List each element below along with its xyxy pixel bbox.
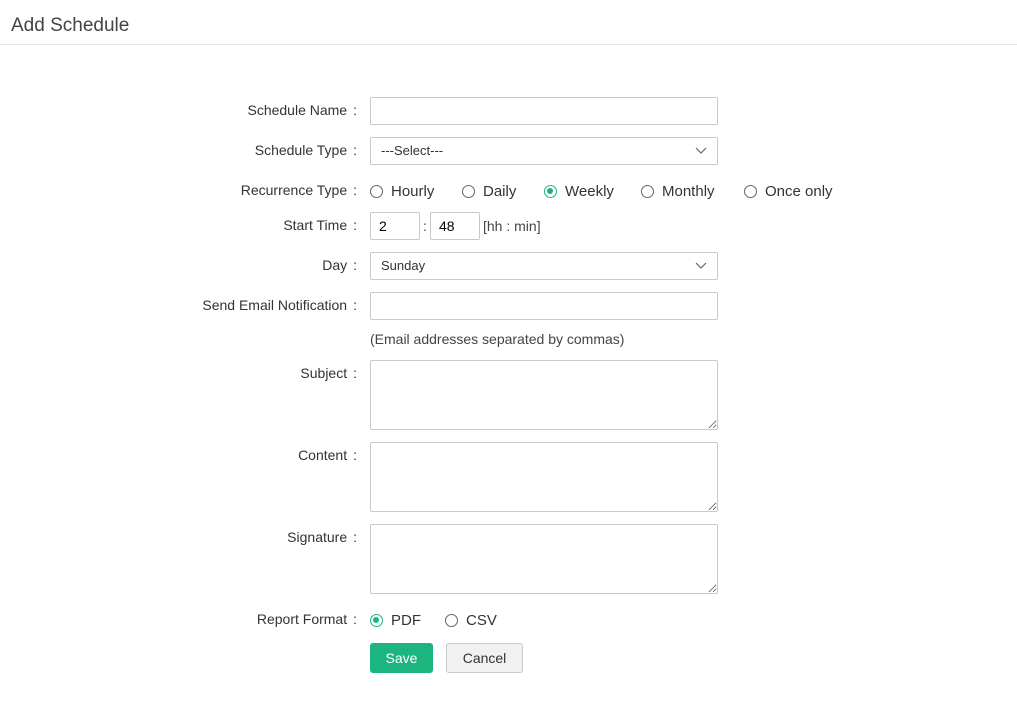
label-colon: : — [353, 182, 357, 198]
save-button[interactable]: Save — [370, 643, 433, 673]
schedule-type-value: ---Select--- — [381, 143, 444, 158]
label-colon: : — [353, 257, 357, 273]
label-colon: : — [353, 102, 357, 118]
recurrence-option-label: Daily — [483, 182, 517, 200]
content-textarea[interactable] — [370, 442, 718, 512]
start-time-hours-input[interactable] — [370, 212, 420, 240]
radio-icon — [744, 184, 757, 198]
time-separator: : — [423, 218, 427, 234]
report-format-option-label: PDF — [391, 611, 421, 629]
recurrence-option-once-only[interactable]: Once only — [744, 181, 833, 201]
recurrence-option-weekly[interactable]: Weekly — [544, 181, 614, 201]
label-colon: : — [353, 142, 357, 158]
email-notification-label: Send Email Notification: — [202, 297, 357, 313]
start-time-label: Start Time: — [283, 217, 357, 233]
page-title: Add Schedule — [11, 15, 130, 36]
start-time-label-text: Start Time — [283, 217, 348, 233]
label-colon: : — [353, 217, 357, 233]
recurrence-type-label: Recurrence Type: — [241, 182, 357, 198]
time-format-hint: [hh : min] — [483, 218, 541, 234]
recurrence-type-label-text: Recurrence Type — [240, 182, 348, 198]
recurrence-option-label: Once only — [765, 182, 833, 200]
radio-icon — [370, 184, 383, 198]
schedule-type-select[interactable]: ---Select--- — [370, 137, 718, 165]
label-colon: : — [353, 529, 357, 545]
label-colon: : — [353, 611, 357, 627]
schedule-type-label-text: Schedule Type — [254, 142, 348, 158]
start-time-minutes-input[interactable] — [430, 212, 480, 240]
day-value: Sunday — [381, 258, 426, 273]
subject-label: Subject: — [300, 365, 357, 381]
cancel-button[interactable]: Cancel — [446, 643, 523, 673]
signature-textarea[interactable] — [370, 524, 718, 594]
day-select[interactable]: Sunday — [370, 252, 718, 280]
chevron-down-icon — [695, 147, 707, 154]
report-format-label: Report Format: — [257, 611, 357, 627]
schedule-type-label: Schedule Type: — [255, 142, 357, 158]
radio-icon — [445, 613, 458, 627]
email-notification-label-text: Send Email Notification — [202, 297, 348, 313]
subject-label-text: Subject — [300, 365, 348, 381]
subject-textarea[interactable] — [370, 360, 718, 430]
day-label-text: Day — [322, 257, 348, 273]
label-colon: : — [353, 297, 357, 313]
radio-checked-icon — [544, 184, 557, 198]
recurrence-option-label: Hourly — [391, 182, 435, 200]
schedule-name-input[interactable] — [370, 97, 718, 125]
chevron-down-icon — [695, 262, 707, 269]
day-label: Day: — [322, 257, 357, 273]
schedule-name-label: Schedule Name: — [247, 102, 357, 118]
content-label: Content: — [298, 447, 357, 463]
report-format-option-pdf[interactable]: PDF — [370, 610, 421, 630]
recurrence-option-monthly[interactable]: Monthly — [641, 181, 715, 201]
report-format-label-text: Report Format — [256, 611, 348, 627]
radio-icon — [462, 184, 475, 198]
recurrence-option-label: Monthly — [662, 182, 715, 200]
email-hint: (Email addresses separated by commas) — [370, 331, 625, 347]
recurrence-option-daily[interactable]: Daily — [462, 181, 516, 201]
signature-label: Signature: — [287, 529, 357, 545]
label-colon: : — [353, 365, 357, 381]
schedule-name-label-text: Schedule Name — [247, 102, 348, 118]
page-header: Add Schedule — [0, 0, 1017, 45]
radio-checked-icon — [370, 613, 383, 627]
label-colon: : — [353, 447, 357, 463]
content-label-text: Content — [298, 447, 348, 463]
recurrence-option-hourly[interactable]: Hourly — [370, 181, 434, 201]
signature-label-text: Signature — [287, 529, 348, 545]
recurrence-option-label: Weekly — [565, 182, 614, 200]
report-format-option-label: CSV — [466, 611, 497, 629]
email-notification-input[interactable] — [370, 292, 718, 320]
radio-icon — [641, 184, 654, 198]
report-format-option-csv[interactable]: CSV — [445, 610, 497, 630]
